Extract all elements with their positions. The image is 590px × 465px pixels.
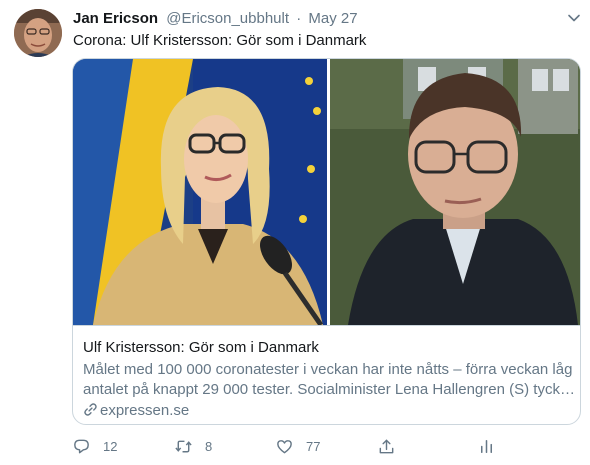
link-card[interactable]: Ulf Kristersson: Gör som i Danmark Målet… [72, 58, 581, 425]
card-description: Målet med 100 000 coronatester i veckan … [83, 360, 573, 400]
tweet-actions: 12 8 77 [72, 435, 502, 457]
card-domain-text: expressen.se [100, 402, 190, 419]
card-description-line: Målet med 100 000 coronatester i veckan … [83, 361, 573, 378]
like-count: 77 [306, 438, 321, 454]
card-domain: expressen.se [83, 401, 189, 420]
tweet-header: Jan Ericson @Ericson_ubbhult · May 27 [73, 10, 358, 28]
tweet[interactable]: Jan Ericson @Ericson_ubbhult · May 27 Co… [0, 0, 590, 465]
analytics-icon [480, 439, 493, 453]
card-description-line: antalet på knappt 29 000 tester. Socialm… [83, 381, 573, 398]
like-button[interactable]: 77 [275, 435, 320, 457]
link-icon [84, 403, 97, 416]
avatar[interactable] [14, 9, 62, 57]
author-handle[interactable]: @Ericson_ubbhult [166, 10, 289, 27]
share-icon [379, 439, 394, 453]
header-separator: · [296, 10, 302, 27]
avatar-photo [14, 9, 62, 57]
chevron-down-icon[interactable] [566, 10, 582, 26]
tweet-text: Corona: Ulf Kristersson: Gör som i Danma… [73, 32, 367, 49]
retweet-icon [175, 440, 192, 452]
retweet-count: 8 [205, 438, 213, 454]
analytics-button[interactable] [477, 435, 496, 457]
reply-icon [74, 439, 89, 453]
reply-count: 12 [103, 438, 118, 454]
card-body: Ulf Kristersson: Gör som i Danmark Målet… [73, 325, 580, 424]
share-button[interactable] [377, 435, 396, 457]
tweet-date[interactable]: May 27 [308, 10, 357, 27]
heart-icon [277, 439, 292, 453]
author-name[interactable]: Jan Ericson [73, 10, 158, 27]
reply-button[interactable]: 12 [72, 435, 117, 457]
card-image [73, 59, 580, 325]
card-title: Ulf Kristersson: Gör som i Danmark [83, 339, 319, 356]
retweet-button[interactable]: 8 [174, 435, 212, 457]
